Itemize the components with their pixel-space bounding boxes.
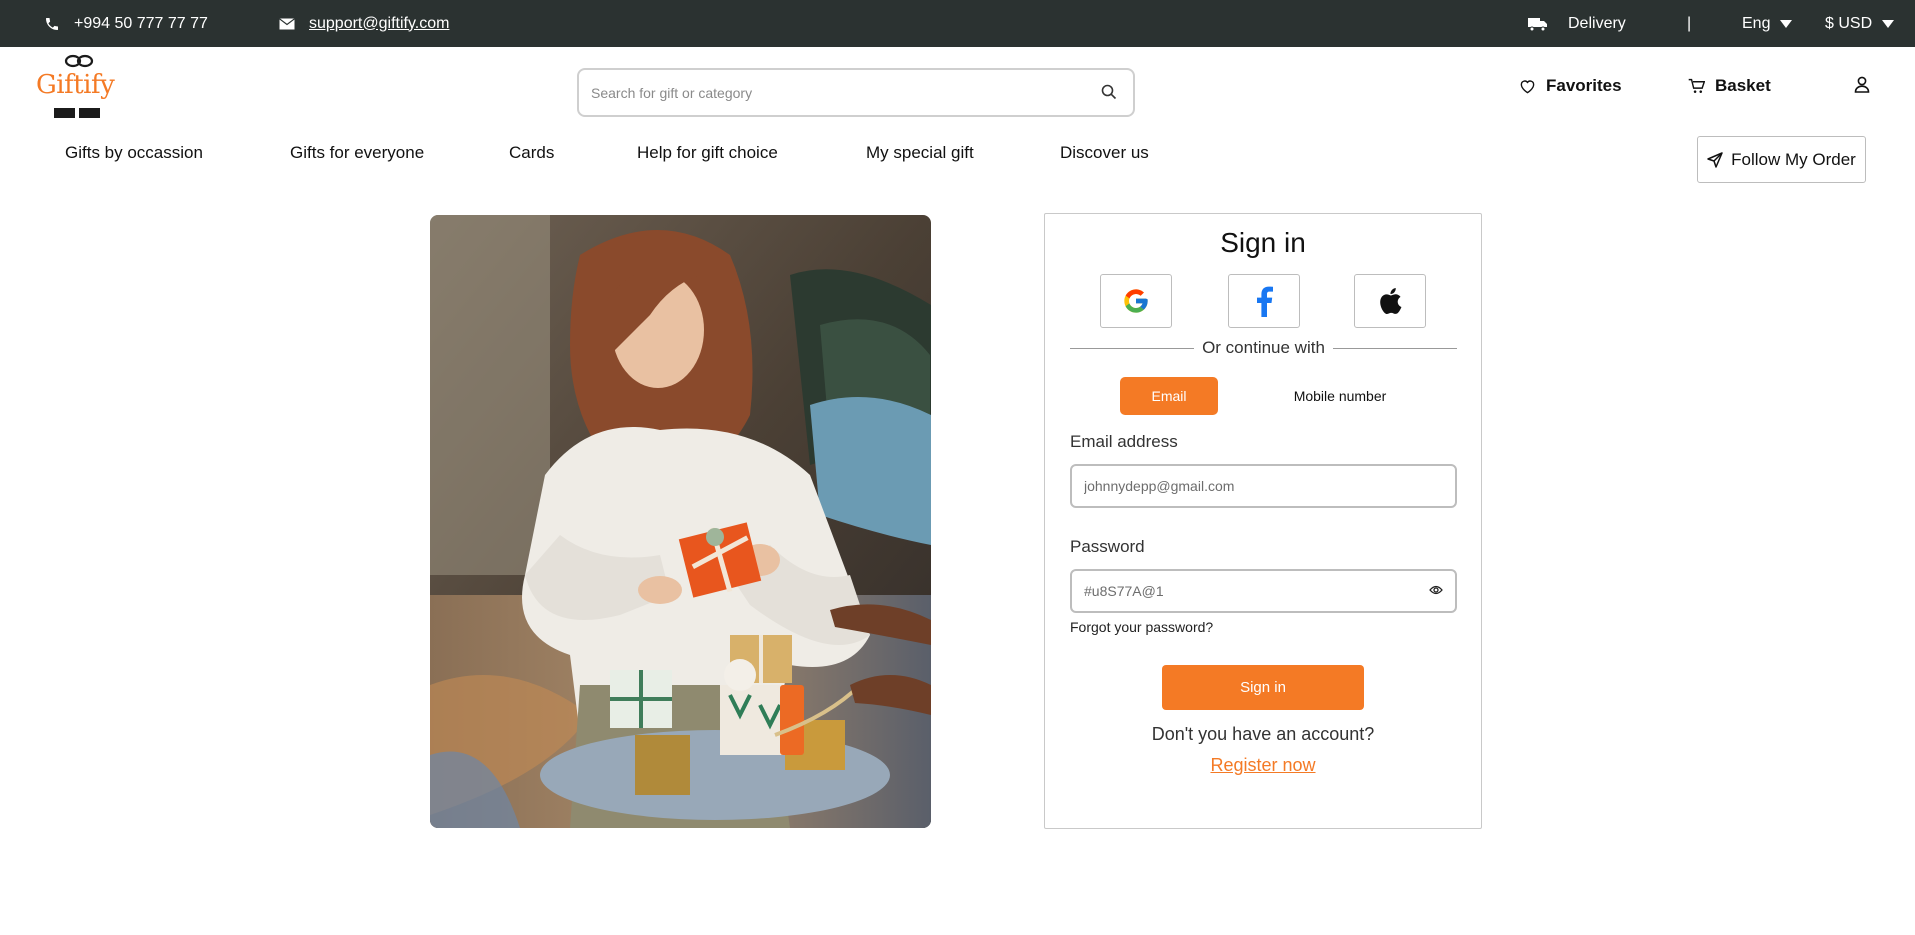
topbar-separator: | <box>1687 14 1692 32</box>
password-label: Password <box>1070 537 1145 556</box>
email-field[interactable] <box>1084 478 1414 494</box>
email-label: Email address <box>1070 432 1178 451</box>
basket-label: Basket <box>1715 76 1771 95</box>
signin-card: Sign in Or continue with Email Mobile nu… <box>1044 213 1482 829</box>
delivery-label: Delivery <box>1568 14 1626 32</box>
logo-box <box>54 108 100 118</box>
favorites-label: Favorites <box>1546 76 1622 95</box>
language-value: Eng <box>1742 14 1771 32</box>
language-select[interactable]: Eng <box>1742 0 1793 47</box>
cart-icon <box>1688 78 1705 93</box>
phone-contact[interactable]: +994 50 777 77 77 <box>44 0 208 47</box>
google-icon <box>1124 289 1148 313</box>
heart-icon <box>1520 79 1535 93</box>
follow-order-label: Follow My Order <box>1731 149 1856 169</box>
no-account-text: Don't you have an account? <box>1151 724 1375 744</box>
nav-item-gifts-by-occasion[interactable]: Gifts by occassion <box>65 143 203 163</box>
user-icon <box>1854 76 1870 93</box>
register-link[interactable]: Register now <box>1045 755 1481 776</box>
facebook-icon <box>1257 286 1273 317</box>
nav-item-gifts-for-everyone[interactable]: Gifts for everyone <box>290 143 424 163</box>
forgot-password-link[interactable]: Forgot your password? <box>1070 619 1213 635</box>
search-input[interactable] <box>591 84 1081 101</box>
search-bar <box>577 68 1135 117</box>
google-signin-button[interactable] <box>1100 274 1172 328</box>
email-link[interactable]: support@giftify.com <box>309 15 449 33</box>
signin-title: Sign in <box>1220 227 1306 258</box>
phone-icon <box>46 17 58 30</box>
facebook-signin-button[interactable] <box>1228 274 1300 328</box>
main-nav: Gifts by occassion Gifts for everyone Ca… <box>0 143 1915 165</box>
mail-icon <box>279 17 295 29</box>
currency-select[interactable]: $ USD <box>1825 0 1895 47</box>
chevron-down-icon <box>1882 19 1895 28</box>
nav-item-discover-us[interactable]: Discover us <box>1060 143 1149 163</box>
delivery-link[interactable]: Delivery <box>1528 0 1626 47</box>
or-continue-text: Or continue with <box>1202 338 1325 357</box>
or-divider: Or continue with <box>1070 338 1457 358</box>
account-button[interactable] <box>1854 76 1870 93</box>
apple-signin-button[interactable] <box>1354 274 1426 328</box>
basket-link[interactable]: Basket <box>1688 76 1771 96</box>
tab-email[interactable]: Email <box>1120 377 1218 415</box>
search-icon[interactable] <box>1101 84 1117 100</box>
follow-order-button[interactable]: Follow My Order <box>1697 136 1866 183</box>
nav-item-my-special-gift[interactable]: My special gift <box>866 143 974 163</box>
signin-button[interactable]: Sign in <box>1162 665 1364 710</box>
send-icon <box>1707 151 1723 168</box>
nav-item-cards[interactable]: Cards <box>509 143 554 163</box>
favorites-link[interactable]: Favorites <box>1519 76 1622 96</box>
chevron-down-icon <box>1780 19 1793 28</box>
email-field-box <box>1070 464 1457 508</box>
email-contact[interactable]: support@giftify.com <box>279 0 449 47</box>
logo-text: Giftify <box>36 70 115 100</box>
phone-number: +994 50 777 77 77 <box>74 14 208 32</box>
nav-item-help-gift-choice[interactable]: Help for gift choice <box>637 143 778 163</box>
password-field-box <box>1070 569 1457 613</box>
logo[interactable]: Giftify <box>36 54 120 120</box>
bow-icon <box>64 54 94 68</box>
apple-icon <box>1380 288 1402 314</box>
tab-mobile-number[interactable]: Mobile number <box>1265 377 1415 415</box>
eye-icon[interactable] <box>1429 584 1443 596</box>
top-bar: +994 50 777 77 77 support@giftify.com De… <box>0 0 1915 47</box>
hero-image <box>430 215 931 828</box>
password-field[interactable] <box>1084 583 1414 599</box>
currency-value: $ USD <box>1825 14 1873 32</box>
truck-icon <box>1528 17 1547 31</box>
